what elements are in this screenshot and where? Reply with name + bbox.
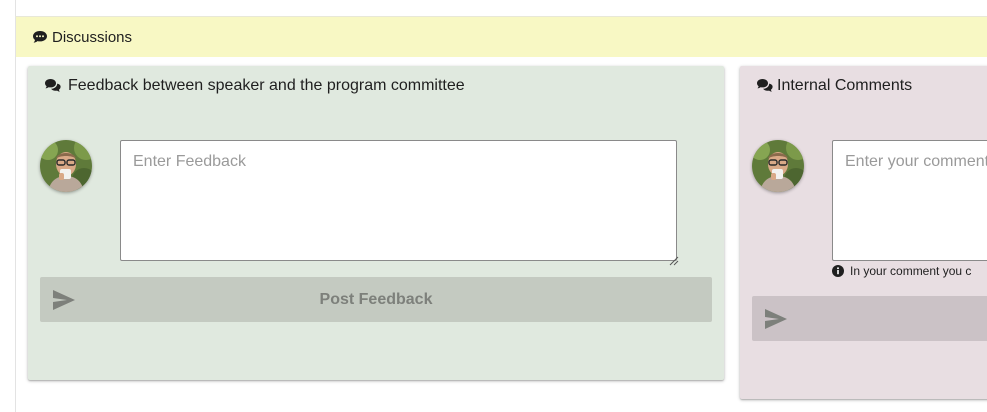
feedback-panel-header: Feedback between speaker and the program…: [44, 77, 465, 95]
comment-hint-text: In your comment you c: [850, 264, 972, 278]
internal-comments-header: Internal Comments: [756, 77, 912, 95]
post-comment-button[interactable]: [752, 296, 987, 341]
feedback-textarea[interactable]: [120, 140, 677, 261]
comment-hint: In your comment you c: [832, 264, 971, 278]
user-avatar: [40, 140, 92, 192]
user-avatar: [752, 140, 804, 192]
comments-icon: [756, 78, 774, 94]
internal-comments-panel: Internal Comments In your comment: [740, 66, 987, 399]
internal-comments-title: Internal Comments: [777, 77, 913, 94]
send-icon: [764, 308, 788, 330]
internal-comment-textarea[interactable]: [832, 140, 987, 261]
discussions-title: Discussions: [52, 28, 133, 46]
comment-icon: [32, 29, 48, 45]
discussions-header: Discussions: [16, 17, 987, 57]
send-icon: [52, 289, 76, 311]
resize-handle-icon[interactable]: [669, 253, 679, 266]
info-icon: [832, 265, 844, 277]
feedback-panel-title: Feedback between speaker and the program…: [68, 77, 465, 94]
post-feedback-label: Post Feedback: [319, 290, 433, 308]
feedback-panel: Feedback between speaker and the program…: [28, 66, 724, 380]
post-feedback-button[interactable]: Post Feedback: [40, 277, 712, 322]
comments-icon: [44, 78, 62, 94]
page-left-border: [15, 0, 16, 412]
